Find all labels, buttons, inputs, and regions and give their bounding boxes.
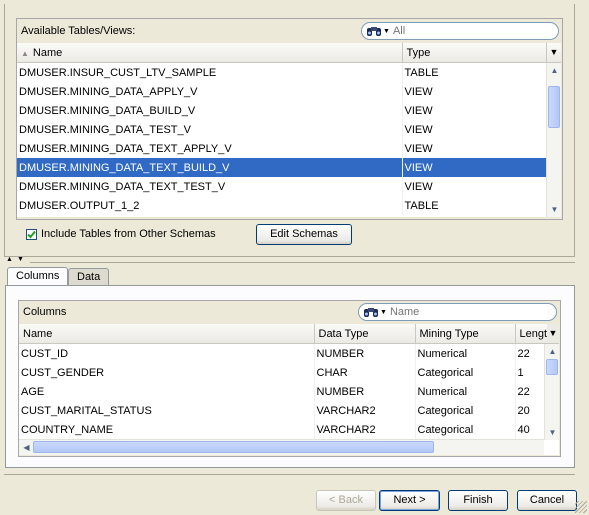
table-name-cell: DMUSER.MINING_DATA_TEXT_TEST_V: [17, 177, 403, 196]
scroll-down-icon[interactable]: ▼: [545, 425, 559, 440]
tab-columns[interactable]: Columns: [7, 267, 69, 286]
column-row[interactable]: AGE NUMBER Numerical 22: [19, 382, 559, 401]
include-other-schemas-checkbox[interactable]: [26, 229, 37, 240]
columns-search[interactable]: ▼: [358, 303, 557, 321]
table-row[interactable]: DMUSER.MINING_DATA_TEXT_TEST_V VIEW: [17, 177, 547, 196]
column-menu-button[interactable]: ▼: [547, 324, 559, 343]
separator: [4, 474, 575, 475]
table-type-cell: VIEW: [402, 101, 547, 120]
scroll-thumb[interactable]: [546, 359, 558, 375]
collapse-down-icon[interactable]: ▼: [17, 256, 24, 263]
next-button[interactable]: Next >: [379, 490, 440, 511]
table-name-cell: DMUSER.MINING_DATA_TEXT_BUILD_V: [17, 158, 403, 177]
cancel-button[interactable]: Cancel: [517, 490, 577, 511]
column-name-cell: CUST_GENDER: [19, 363, 315, 382]
resize-grip-icon[interactable]: [575, 501, 587, 513]
tables-vscroll[interactable]: ▲ ▼: [546, 63, 561, 217]
column-row[interactable]: COUNTRY_NAME VARCHAR2 Categorical 40: [19, 420, 559, 439]
tables-title: Available Tables/Views:: [21, 25, 136, 37]
table-type-cell: VIEW: [402, 177, 547, 196]
scroll-up-icon[interactable]: ▲: [545, 344, 559, 359]
column-data-type-cell: CHAR: [314, 363, 416, 382]
edit-schemas-button[interactable]: Edit Schemas: [256, 224, 352, 245]
tables-search[interactable]: ▼: [361, 22, 559, 40]
column-data-type-cell: VARCHAR2: [314, 401, 416, 420]
column-mining-type-cell: Numerical: [415, 382, 516, 401]
table-row[interactable]: DMUSER.MINING_DATA_TEST_V VIEW: [17, 120, 547, 139]
tables-grid-area: ▲ Name Type DMUSER.INSUR_CUST_LTV_SAMPLE T…: [17, 43, 561, 217]
tables-search-input[interactable]: [392, 25, 513, 37]
scroll-thumb[interactable]: [548, 86, 560, 128]
table-name-cell: DMUSER.MINING_DATA_TEXT_APPLY_V: [17, 139, 403, 158]
table-row[interactable]: DMUSER.MINING_DATA_BUILD_V VIEW: [17, 101, 547, 120]
column-data-type-cell: VARCHAR2: [314, 420, 416, 439]
binoculars-icon: [366, 25, 382, 37]
columns-grid-area: Name Data Type Mining Type Lengt CUST_ID…: [19, 324, 559, 455]
back-button[interactable]: < Back: [316, 490, 376, 511]
column-header-name[interactable]: Name: [19, 324, 315, 344]
table-type-cell: VIEW: [402, 120, 547, 139]
column-data-type-cell: NUMBER: [314, 382, 416, 401]
table-row[interactable]: DMUSER.MINING_DATA_TEXT_APPLY_V VIEW: [17, 139, 547, 158]
column-row[interactable]: CUST_ID NUMBER Numerical 22: [19, 343, 559, 363]
column-row[interactable]: CUST_MARITAL_STATUS VARCHAR2 Categorical 20: [19, 401, 559, 420]
chevron-down-icon: ▼: [548, 328, 558, 338]
column-header-data-type[interactable]: Data Type: [314, 324, 416, 344]
table-type-cell: TABLE: [402, 196, 547, 215]
chevron-down-icon: ▼: [380, 308, 387, 316]
column-name-cell: AGE: [19, 382, 315, 401]
chevron-down-icon: ▼: [549, 47, 559, 57]
include-other-schemas-label[interactable]: Include Tables from Other Schemas: [41, 228, 216, 240]
binoculars-icon: [363, 306, 379, 318]
column-header-type[interactable]: Type: [402, 43, 547, 63]
table-name-cell: DMUSER.OUTPUT_1_2: [17, 196, 403, 215]
splitter[interactable]: ▲ ▼: [0, 256, 589, 264]
table-name-cell: DMUSER.INSUR_CUST_LTV_SAMPLE: [17, 62, 403, 82]
scroll-left-icon[interactable]: ◀: [19, 440, 34, 455]
column-data-type-cell: NUMBER: [314, 343, 416, 363]
chevron-down-icon: ▼: [383, 27, 390, 35]
table-type-cell: VIEW: [402, 158, 547, 177]
column-name-cell: COUNTRY_NAME: [19, 420, 315, 439]
table-type-cell: TABLE: [402, 62, 547, 82]
tab-data[interactable]: Data: [68, 268, 110, 286]
column-header-name[interactable]: ▲ Name: [17, 43, 403, 63]
scroll-up-icon[interactable]: ▲: [547, 63, 561, 78]
table-row[interactable]: DMUSER.MINING_DATA_APPLY_V VIEW: [17, 82, 547, 101]
columns-search-input[interactable]: [389, 306, 510, 318]
finish-button[interactable]: Finish: [448, 490, 508, 511]
column-mining-type-cell: Categorical: [415, 420, 516, 439]
panel-edge: [4, 4, 5, 257]
table-row[interactable]: DMUSER.OUTPUT_1_2 TABLE: [17, 196, 547, 215]
column-header-mining-type[interactable]: Mining Type: [415, 324, 516, 344]
table-row[interactable]: DMUSER.MINING_DATA_TEXT_BUILD_V VIEW: [17, 158, 547, 177]
columns-title: Columns: [23, 306, 67, 318]
sort-ascending-icon: ▲: [21, 48, 29, 58]
table-row[interactable]: DMUSER.INSUR_CUST_LTV_SAMPLE TABLE: [17, 62, 547, 82]
table-type-cell: VIEW: [402, 139, 547, 158]
column-row[interactable]: CUST_GENDER CHAR Categorical 1: [19, 363, 559, 382]
check-icon: [27, 230, 36, 239]
table-type-cell: VIEW: [402, 82, 547, 101]
table-name-cell: DMUSER.MINING_DATA_BUILD_V: [17, 101, 403, 120]
table-name-cell: DMUSER.MINING_DATA_TEST_V: [17, 120, 403, 139]
column-mining-type-cell: Numerical: [415, 343, 516, 363]
column-name-cell: CUST_MARITAL_STATUS: [19, 401, 315, 420]
column-mining-type-cell: Categorical: [415, 401, 516, 420]
column-menu-button[interactable]: ▼: [547, 43, 561, 63]
column-mining-type-cell: Categorical: [415, 363, 516, 382]
columns-hscroll[interactable]: ◀: [19, 439, 544, 455]
collapse-up-icon[interactable]: ▲: [6, 256, 13, 263]
scroll-down-icon[interactable]: ▼: [547, 202, 561, 217]
columns-vscroll[interactable]: ▲ ▼: [544, 344, 559, 440]
table-name-cell: DMUSER.MINING_DATA_APPLY_V: [17, 82, 403, 101]
scroll-thumb[interactable]: [33, 441, 434, 453]
column-name-cell: CUST_ID: [19, 343, 315, 363]
